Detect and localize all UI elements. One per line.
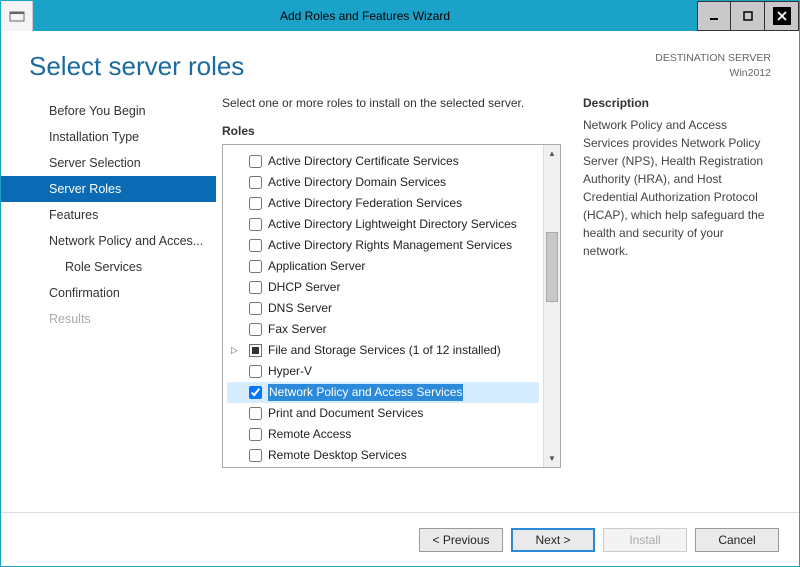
previous-button[interactable]: < Previous <box>419 528 503 552</box>
role-checkbox[interactable] <box>249 386 262 399</box>
maximize-button[interactable] <box>731 1 765 31</box>
roles-label: Roles <box>222 124 561 138</box>
wizard-footer: < Previous Next > Install Cancel <box>1 512 799 566</box>
role-row[interactable]: Remote Desktop Services <box>227 445 539 466</box>
wizard-window: Add Roles and Features Wizard Select ser… <box>0 0 800 567</box>
role-label: Remote Desktop Services <box>268 447 407 464</box>
role-label: Active Directory Domain Services <box>268 174 446 191</box>
install-button[interactable]: Install <box>603 528 687 552</box>
scroll-down-button[interactable]: ▼ <box>544 450 560 467</box>
role-label: Active Directory Rights Management Servi… <box>268 237 512 254</box>
role-label: Active Directory Federation Services <box>268 195 462 212</box>
header-row: Select server roles DESTINATION SERVER W… <box>1 31 799 92</box>
scroll-track[interactable] <box>544 162 560 450</box>
roles-list-inner: Active Directory Certificate Services Act… <box>223 145 543 467</box>
description-text: Network Policy and Access Services provi… <box>583 116 771 260</box>
role-label: Fax Server <box>268 321 327 338</box>
sidebar-item[interactable]: Before You Begin <box>1 98 216 124</box>
sidebar-item[interactable]: Role Services <box>1 254 216 280</box>
destination-value: Win2012 <box>655 66 771 81</box>
roles-column: Select one or more roles to install on t… <box>222 96 561 512</box>
scroll-up-button[interactable]: ▲ <box>544 145 560 162</box>
role-checkbox[interactable] <box>249 302 262 315</box>
role-label: Application Server <box>268 258 365 275</box>
main-pane: Select one or more roles to install on t… <box>216 92 799 512</box>
cancel-button[interactable]: Cancel <box>695 528 779 552</box>
role-checkbox[interactable] <box>249 323 262 336</box>
role-row[interactable]: Network Policy and Access Services <box>227 382 539 403</box>
role-checkbox[interactable] <box>249 365 262 378</box>
role-label: DNS Server <box>268 300 332 317</box>
role-row[interactable]: Active Directory Rights Management Servi… <box>227 235 539 256</box>
wizard-sidebar: Before You BeginInstallation TypeServer … <box>1 92 216 512</box>
role-checkbox[interactable] <box>249 218 262 231</box>
role-label: Active Directory Certificate Services <box>268 153 459 170</box>
sidebar-item: Results <box>1 306 216 332</box>
role-label: Print and Document Services <box>268 405 423 422</box>
role-checkbox[interactable] <box>249 449 262 462</box>
role-row[interactable]: Hyper-V <box>227 361 539 382</box>
sidebar-item[interactable]: Network Policy and Acces... <box>1 228 216 254</box>
system-menu-icon[interactable] <box>1 1 33 31</box>
role-row[interactable]: Active Directory Lightweight Directory S… <box>227 214 539 235</box>
window-title: Add Roles and Features Wizard <box>33 1 697 31</box>
role-checkbox[interactable] <box>249 281 262 294</box>
role-checkbox[interactable] <box>249 407 262 420</box>
role-row[interactable]: Remote Access <box>227 424 539 445</box>
titlebar: Add Roles and Features Wizard <box>1 1 799 31</box>
role-checkbox[interactable] <box>249 428 262 441</box>
role-label: DHCP Server <box>268 279 340 296</box>
role-label: File and Storage Services (1 of 12 insta… <box>268 342 501 359</box>
role-row[interactable]: Active Directory Certificate Services <box>227 151 539 172</box>
scroll-thumb[interactable] <box>546 232 558 302</box>
destination-info: DESTINATION SERVER Win2012 <box>655 51 771 82</box>
role-checkbox[interactable] <box>249 260 262 273</box>
role-checkbox[interactable] <box>249 239 262 252</box>
role-row[interactable]: DHCP Server <box>227 277 539 298</box>
role-checkbox-partial[interactable] <box>249 344 262 357</box>
role-row[interactable]: DNS Server <box>227 298 539 319</box>
minimize-button[interactable] <box>697 1 731 31</box>
role-label: Network Policy and Access Services <box>268 384 463 401</box>
destination-label: DESTINATION SERVER <box>655 51 771 66</box>
roles-listbox[interactable]: Active Directory Certificate Services Act… <box>222 144 561 468</box>
sidebar-item[interactable]: Features <box>1 202 216 228</box>
scrollbar[interactable]: ▲ ▼ <box>543 145 560 467</box>
sidebar-item[interactable]: Server Selection <box>1 150 216 176</box>
sidebar-item[interactable]: Server Roles <box>1 176 216 202</box>
expand-icon[interactable]: ▷ <box>231 342 238 359</box>
role-row[interactable]: Fax Server <box>227 319 539 340</box>
description-label: Description <box>583 96 771 110</box>
role-row[interactable]: Application Server <box>227 256 539 277</box>
content-area: Select server roles DESTINATION SERVER W… <box>1 31 799 566</box>
description-column: Description Network Policy and Access Se… <box>583 96 771 512</box>
role-checkbox[interactable] <box>249 176 262 189</box>
sidebar-item[interactable]: Confirmation <box>1 280 216 306</box>
sidebar-item[interactable]: Installation Type <box>1 124 216 150</box>
role-row[interactable]: Active Directory Federation Services <box>227 193 539 214</box>
role-label: Hyper-V <box>268 363 312 380</box>
role-label: Remote Access <box>268 426 351 443</box>
instruction-text: Select one or more roles to install on t… <box>222 96 561 110</box>
role-checkbox[interactable] <box>249 197 262 210</box>
role-label: Active Directory Lightweight Directory S… <box>268 216 517 233</box>
window-buttons <box>697 1 799 31</box>
role-row[interactable]: Active Directory Domain Services <box>227 172 539 193</box>
next-button[interactable]: Next > <box>511 528 595 552</box>
close-button[interactable] <box>765 1 799 31</box>
role-checkbox[interactable] <box>249 155 262 168</box>
page-title: Select server roles <box>29 51 244 82</box>
role-row[interactable]: Print and Document Services <box>227 403 539 424</box>
role-row[interactable]: ▷ File and Storage Services (1 of 12 inst… <box>227 340 539 361</box>
body-row: Before You BeginInstallation TypeServer … <box>1 92 799 512</box>
